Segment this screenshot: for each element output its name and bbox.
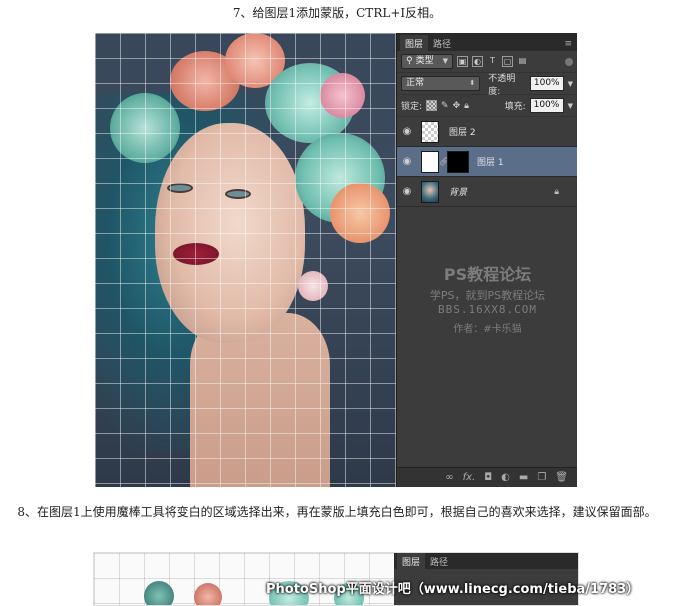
smart-object-filter-icon[interactable]: ▤ [517,56,528,67]
lock-transparent-icon[interactable] [426,100,438,111]
forum-watermark: PS教程论坛 学PS，就到PS教程论坛 BBS.16XX8.COM 作者：#卡乐… [397,261,577,335]
layer-name: 背景 [449,188,468,198]
layer-row-layer-1[interactable]: ◉ 🔗︎ 图层 1 [397,147,577,177]
pixel-filter-icon[interactable]: ▣ [457,56,468,67]
chevron-down-icon: ⬍ [469,79,476,87]
document-canvas [95,33,396,487]
watermark-url: BBS.16XX8.COM [437,303,538,316]
new-layer-icon[interactable]: ❐ [537,472,546,483]
fill-input[interactable]: 100% [529,98,564,113]
filter-row: ⚲ 类型 ▼ ▣ ◐ T ▢ ▤ [397,51,577,73]
trash-icon[interactable]: 🗑︎ [555,472,568,483]
lock-row: 锁定: ✎ ✥ 🔒︎ 填充: 100% ▼ [397,95,577,117]
folder-icon[interactable]: ▬ [519,472,528,483]
blend-row: 正常 ⬍ 不透明度: 100% ▼ [397,73,577,97]
adjustment-filter-icon[interactable]: ◐ [472,56,483,67]
layer-filter-select[interactable]: ⚲ 类型 ▼ [401,54,453,69]
tab-layers[interactable]: 图层 [400,35,429,51]
link-icon[interactable]: ∞ [445,472,453,483]
search-icon: ⚲ [406,56,413,66]
layer-thumbnail [421,120,439,143]
forum-credit-watermark: PhotoShop平面设计吧（www.linecg.com/tieba/1783… [266,582,640,597]
watermark-title: PS教程论坛 [443,265,532,284]
type-filter-icon[interactable]: T [487,56,498,67]
visibility-eye-icon[interactable]: ◉ [397,156,417,167]
filter-toggle-icon[interactable] [565,57,573,66]
visibility-eye-icon[interactable]: ◉ [397,126,417,137]
fill-dropdown-icon[interactable]: ▼ [568,102,573,110]
mask-icon[interactable]: ◘ [484,472,492,483]
chevron-down-icon: ▼ [442,57,448,65]
lock-image-icon[interactable]: ✎ [441,101,449,111]
blend-mode-select[interactable]: 正常 ⬍ [401,76,481,91]
flower-fragment [144,581,174,605]
opacity-input[interactable]: 100% [529,76,564,91]
layer-name: 图层 2 [449,128,476,138]
lock-position-icon[interactable]: ✥ [453,101,461,111]
watermark-author: 作者：#卡乐猫 [453,324,522,335]
panel-menu-icon[interactable]: ≡ [559,37,577,51]
photoshop-screenshot: 图层 路径 ≡ ⚲ 类型 ▼ ▣ ◐ T ▢ ▤ 正常 ⬍ 不透明度: 100%… [95,33,577,487]
lock-icon: 🔒︎ [554,186,559,197]
tab-paths[interactable]: 路径 [425,553,453,569]
visibility-eye-icon[interactable]: ◉ [397,186,417,197]
step-8-instruction: 8、在图层1上使用魔棒工具将变白的区域选择出来，再在蒙版上填充白色即可，根据自己… [17,505,657,519]
layer-list: ◉ 图层 2 ◉ 🔗︎ 图层 1 ◉ 背景 🔒︎ [397,117,577,207]
panel-tabs: 图层 路径 ≡ [397,33,577,51]
fill-label: 填充: [504,102,526,112]
adjustment-icon[interactable]: ◐ [501,472,510,483]
layer-name: 图层 1 [477,158,504,168]
layer-row-layer-2[interactable]: ◉ 图层 2 [397,117,577,147]
shape-filter-icon[interactable]: ▢ [502,56,513,67]
layers-panel: 图层 路径 ≡ ⚲ 类型 ▼ ▣ ◐ T ▢ ▤ 正常 ⬍ 不透明度: 100%… [396,33,577,487]
opacity-label: 不透明度: [488,73,516,97]
grid-overlay [95,33,396,487]
lock-label: 锁定: [401,102,423,112]
panel-footer: ∞ fx. ◘ ◐ ▬ ❐ 🗑︎ [397,467,577,487]
lock-all-icon[interactable]: 🔒︎ [464,101,469,111]
layer-filter-value: 类型 [415,56,434,66]
tab-layers[interactable]: 图层 [397,553,426,569]
watermark-slogan: 学PS，就到PS教程论坛 [429,289,546,302]
fx-icon[interactable]: fx. [463,472,476,483]
layer-mask-thumbnail[interactable] [447,150,469,173]
step-7-instruction: 7、给图层1添加蒙版，CTRL+I反相。 [232,6,442,20]
blend-mode-value: 正常 [406,78,425,88]
opacity-dropdown-icon[interactable]: ▼ [568,80,573,88]
tab-paths[interactable]: 路径 [428,35,456,51]
flower-fragment [194,583,222,605]
layer-thumbnail [421,180,439,203]
layer-row-background[interactable]: ◉ 背景 🔒︎ [397,177,577,207]
second-panel-tabs: 图层 路径 [394,553,578,569]
layer-thumbnail [421,150,439,173]
mask-link-icon[interactable]: 🔗︎ [439,157,449,166]
